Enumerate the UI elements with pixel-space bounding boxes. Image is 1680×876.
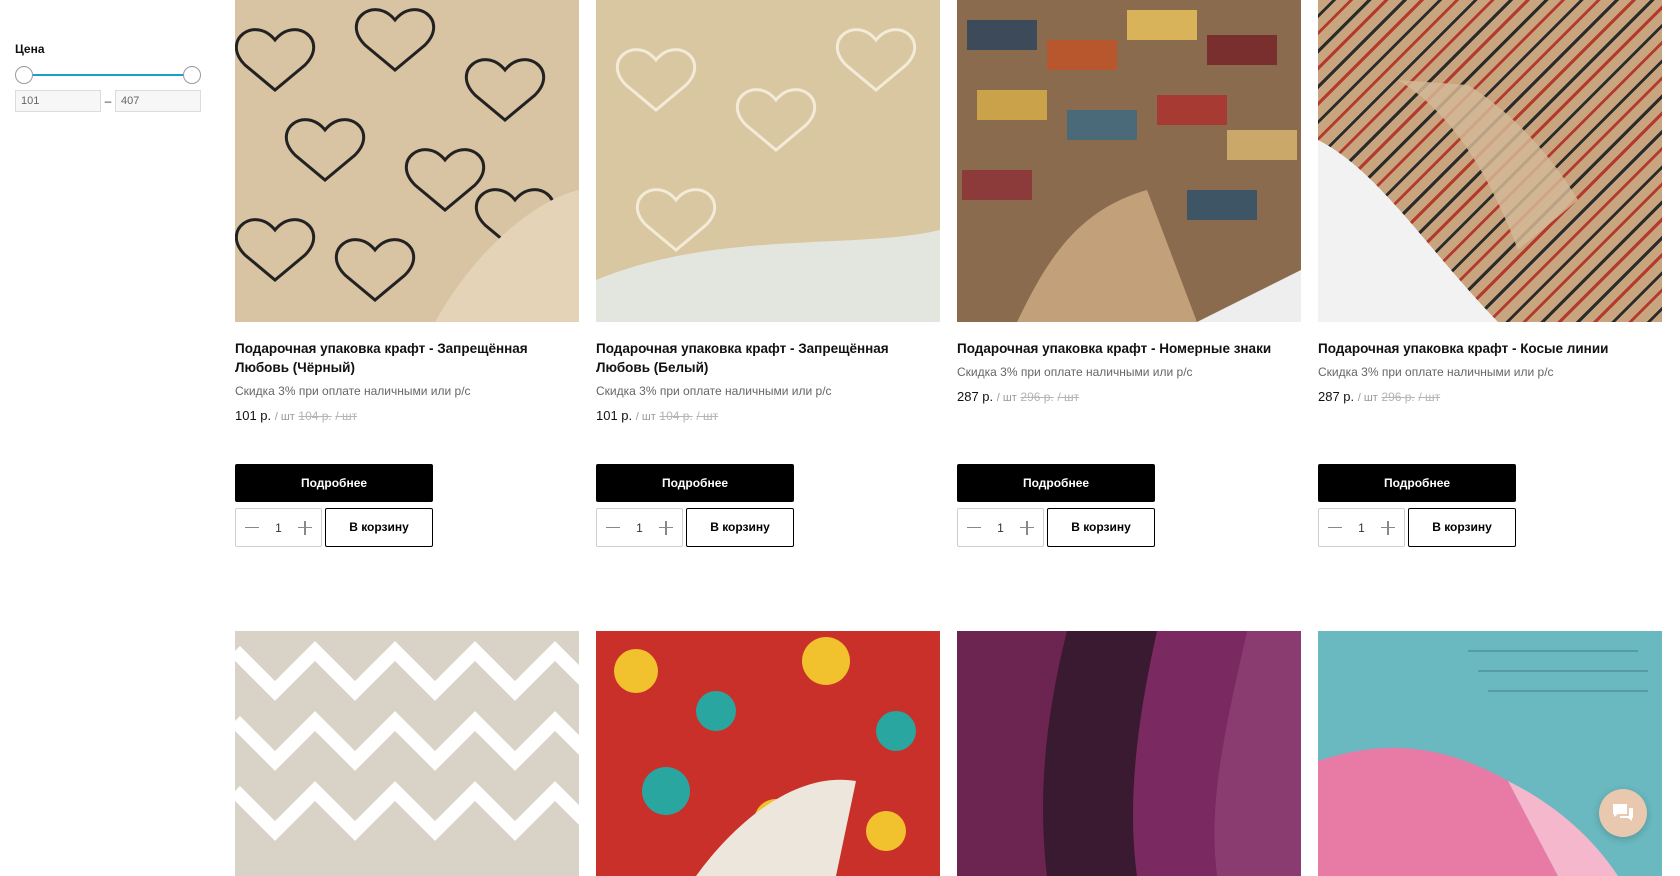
discount-note: Скидка 3% при оплате наличными или р/с [596,384,832,398]
product-card [235,631,579,876]
minus-icon[interactable] [967,521,981,535]
product-price: 101 р. / шт 104 р. / шт [235,408,579,423]
old-price-unit: / шт [335,409,358,423]
product-price: 101 р. / шт 104 р. / шт [596,408,940,423]
chevron-paper-image[interactable] [235,631,579,876]
chat-button[interactable] [1599,789,1647,837]
quantity-stepper: 1 [957,508,1044,547]
add-to-cart-button[interactable]: В корзину [1408,508,1516,547]
price-max-input[interactable] [115,90,201,112]
details-button[interactable]: Подробнее [957,464,1155,502]
purple-paper-image[interactable] [957,631,1301,876]
minus-icon[interactable] [245,521,259,535]
minus-icon[interactable] [1328,521,1342,535]
quantity-value[interactable]: 1 [275,521,282,535]
old-price: 104 р. [659,409,693,423]
product-card: Подарочная упаковка крафт - Запрещённая … [235,0,579,547]
card-actions: Подробнее 1 В корзину [957,464,1155,547]
plus-icon[interactable] [1020,520,1034,535]
old-price-unit: / шт [1057,390,1080,404]
buy-row: 1 В корзину [596,508,794,547]
add-to-cart-button[interactable]: В корзину [325,508,433,547]
card-actions: Подробнее 1 В корзину [235,464,433,547]
teal-paper-image[interactable] [1318,631,1662,876]
price-unit: / шт [996,392,1017,404]
buy-row: 1 В корзину [1318,508,1516,547]
quantity-value[interactable]: 1 [636,521,643,535]
quantity-stepper: 1 [235,508,322,547]
old-price-unit: / шт [696,409,719,423]
old-price: 296 р. [1020,390,1054,404]
product-price: 287 р. / шт 296 р. / шт [957,389,1301,404]
old-price-unit: / шт [1418,390,1441,404]
kraft-diagonal-lines-image[interactable] [1318,0,1662,322]
chat-icon [1613,804,1633,821]
product-card: Подарочная упаковка крафт - Номерные зна… [957,0,1301,547]
buy-row: 1 В корзину [235,508,433,547]
price-unit: / шт [635,411,656,423]
discount-note: Скидка 3% при оплате наличными или р/с [957,365,1193,379]
old-price: 296 р. [1381,390,1415,404]
card-actions: Подробнее 1 В корзину [1318,464,1516,547]
product-card [596,631,940,876]
product-card [957,631,1301,876]
details-button[interactable]: Подробнее [596,464,794,502]
price-slider-max-handle[interactable] [183,66,201,84]
product-title[interactable]: Подарочная упаковка крафт - Косые линии [1318,339,1662,358]
product-card: Подарочная упаковка крафт - Косые линии … [1318,0,1662,547]
add-to-cart-button[interactable]: В корзину [686,508,794,547]
discount-note: Скидка 3% при оплате наличными или р/с [235,384,471,398]
price-value: 101 р. [235,408,272,423]
kraft-hearts-black-image[interactable] [235,0,579,322]
product-price: 287 р. / шт 296 р. / шт [1318,389,1662,404]
price-min-input[interactable] [15,90,101,112]
product-title[interactable]: Подарочная упаковка крафт - Номерные зна… [957,339,1301,358]
quantity-stepper: 1 [1318,508,1405,547]
discount-note: Скидка 3% при оплате наличными или р/с [1318,365,1554,379]
buy-row: 1 В корзину [957,508,1155,547]
plus-icon[interactable] [659,520,673,535]
price-range-inputs: – [15,90,201,112]
kraft-license-plates-image[interactable] [957,0,1301,322]
price-unit: / шт [274,411,295,423]
details-button[interactable]: Подробнее [1318,464,1516,502]
price-value: 287 р. [957,389,994,404]
add-to-cart-button[interactable]: В корзину [1047,508,1155,547]
quantity-value[interactable]: 1 [997,521,1004,535]
price-value: 101 р. [596,408,633,423]
plus-icon[interactable] [1381,520,1395,535]
price-value: 287 р. [1318,389,1355,404]
quantity-value[interactable]: 1 [1358,521,1365,535]
kraft-hearts-white-image[interactable] [596,0,940,322]
old-price: 104 р. [298,409,332,423]
quantity-stepper: 1 [596,508,683,547]
price-slider-track [24,74,192,76]
product-card [1318,631,1662,876]
product-title[interactable]: Подарочная упаковка крафт - Запрещённая … [235,339,579,377]
card-actions: Подробнее 1 В корзину [596,464,794,547]
range-dash: – [104,94,112,108]
price-range-slider[interactable] [15,65,201,85]
price-filter: Цена – [15,42,201,112]
price-unit: / шт [1357,392,1378,404]
plus-icon[interactable] [298,520,312,535]
product-card: Подарочная упаковка крафт - Запрещённая … [596,0,940,547]
comic-paper-image[interactable] [596,631,940,876]
price-slider-min-handle[interactable] [15,66,33,84]
minus-icon[interactable] [606,521,620,535]
product-title[interactable]: Подарочная упаковка крафт - Запрещённая … [596,339,940,377]
details-button[interactable]: Подробнее [235,464,433,502]
price-filter-title: Цена [15,42,45,56]
